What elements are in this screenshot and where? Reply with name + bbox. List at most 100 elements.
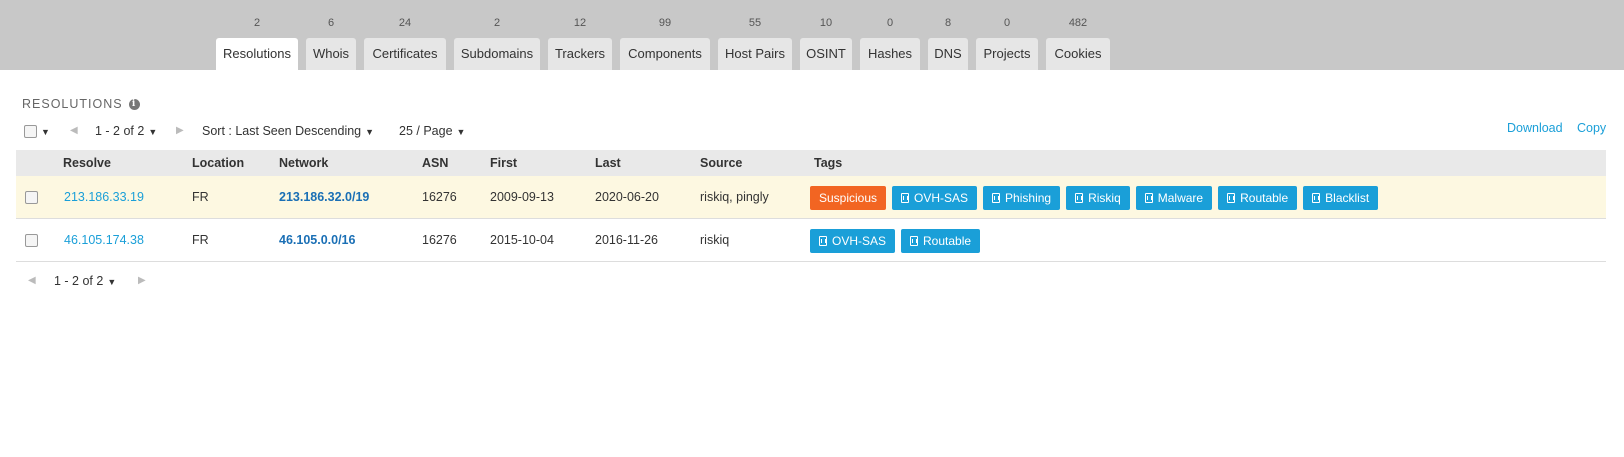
tag-list: OVH-SAS Routable: [810, 229, 981, 253]
chevron-down-icon[interactable]: ▼: [41, 127, 50, 137]
chevron-down-icon: ▼: [107, 277, 117, 287]
section-title: RESOLUTIONS: [22, 97, 123, 111]
tab-count: 0: [1003, 17, 1011, 29]
tab-count: 99: [658, 17, 672, 29]
tab-label[interactable]: Resolutions: [216, 38, 298, 70]
resolve-link[interactable]: 46.105.174.38: [64, 219, 144, 262]
next-page-icon[interactable]: ▶: [176, 120, 184, 142]
copy-link[interactable]: Copy: [1577, 117, 1606, 139]
tag-phishing[interactable]: Phishing: [983, 186, 1061, 210]
next-page-icon[interactable]: ▶: [138, 270, 146, 292]
tab-label[interactable]: Components: [620, 38, 710, 70]
tab-whois[interactable]: 6 Whois: [306, 0, 356, 70]
tab-host-pairs[interactable]: 55 Host Pairs: [718, 0, 792, 70]
prev-page-icon[interactable]: ◀: [70, 120, 78, 142]
info-icon[interactable]: i: [128, 98, 140, 110]
table-row: 213.186.33.19 FR 213.186.32.0/19 16276 2…: [16, 176, 1606, 219]
tab-label[interactable]: Host Pairs: [718, 38, 792, 70]
column-header-resolve[interactable]: Resolve: [63, 150, 111, 176]
tag-riskiq[interactable]: Riskiq: [1066, 186, 1130, 210]
tab-count: 24: [398, 17, 412, 29]
tab-subdomains[interactable]: 2 Subdomains: [454, 0, 540, 70]
building-icon: [1312, 193, 1321, 203]
row-checkbox[interactable]: [25, 234, 38, 248]
column-header-tags: Tags: [814, 156, 843, 170]
tag-label: Riskiq: [1088, 191, 1121, 205]
asn-cell: 16276: [422, 233, 457, 247]
tag-list: Suspicious OVH-SAS Phishing Riskiq Malwa…: [810, 186, 1379, 210]
tab-hashes[interactable]: 0 Hashes: [860, 0, 920, 70]
tag-blacklist[interactable]: Blacklist: [1303, 186, 1379, 210]
tab-label[interactable]: Cookies: [1046, 38, 1110, 70]
pager-label: 1 - 2 of 2: [54, 274, 104, 288]
table-row: 46.105.174.38 FR 46.105.0.0/16 16276 201…: [16, 219, 1606, 262]
tag-malware[interactable]: Malware: [1135, 186, 1213, 210]
tab-label[interactable]: Hashes: [860, 38, 920, 70]
tab-count: 55: [748, 17, 762, 29]
prev-page-icon[interactable]: ◀: [28, 270, 36, 292]
tab-label[interactable]: Subdomains: [454, 38, 540, 70]
tab-certificates[interactable]: 24 Certificates: [364, 0, 446, 70]
tag-label: Phishing: [1005, 191, 1052, 205]
tab-label[interactable]: Certificates: [364, 38, 446, 70]
tab-osint[interactable]: 10 OSINT: [800, 0, 852, 70]
page-size-label: 25 / Page: [399, 124, 453, 138]
tag-label: OVH-SAS: [832, 234, 887, 248]
chevron-down-icon: ▼: [456, 127, 466, 137]
tag-label: Blacklist: [1325, 191, 1370, 205]
tab-bar: 2 Resolutions 6 Whois 24 Certificates 2 …: [0, 0, 1624, 70]
tab-trackers[interactable]: 12 Trackers: [548, 0, 612, 70]
building-icon: [910, 236, 919, 246]
sort-label: Sort : Last Seen Descending: [202, 124, 362, 138]
tag-routable[interactable]: Routable: [1218, 186, 1298, 210]
column-header-first[interactable]: First: [490, 150, 517, 176]
tab-label[interactable]: DNS: [928, 38, 968, 70]
tab-cookies[interactable]: 482 Cookies: [1046, 0, 1110, 70]
tag-ovh-sas[interactable]: OVH-SAS: [892, 186, 978, 210]
resolutions-table: Resolve Location Network ASN First Last …: [16, 150, 1606, 262]
network-link[interactable]: 46.105.0.0/16: [279, 219, 355, 262]
page-size-dropdown[interactable]: 25 / Page ▼: [399, 120, 465, 142]
network-link[interactable]: 213.186.32.0/19: [279, 176, 369, 219]
column-header-location[interactable]: Location: [192, 150, 244, 176]
select-all-dropdown[interactable]: ▼: [24, 120, 50, 142]
source-cell: riskiq, pingly: [700, 190, 769, 204]
column-header-asn[interactable]: ASN: [422, 150, 448, 176]
tag-suspicious[interactable]: Suspicious: [810, 186, 887, 210]
table-header: Resolve Location Network ASN First Last …: [16, 150, 1606, 176]
first-seen-cell: 2009-09-13: [490, 190, 554, 204]
resolve-link[interactable]: 213.186.33.19: [64, 176, 144, 219]
pager-dropdown[interactable]: 1 - 2 of 2 ▼: [95, 120, 157, 142]
section-header: RESOLUTIONS i: [22, 97, 140, 111]
location-cell: FR: [192, 233, 209, 247]
building-icon: [992, 193, 1001, 203]
location-cell: FR: [192, 190, 209, 204]
tag-routable[interactable]: Routable: [901, 229, 981, 253]
pager-dropdown[interactable]: 1 - 2 of 2 ▼: [54, 270, 116, 292]
pager-label: 1 - 2 of 2: [95, 124, 145, 138]
tag-ovh-sas[interactable]: OVH-SAS: [810, 229, 896, 253]
column-header-network[interactable]: Network: [279, 150, 328, 176]
tag-label: Malware: [1157, 191, 1204, 205]
chevron-down-icon: ▼: [365, 127, 375, 137]
select-all-checkbox[interactable]: [24, 125, 37, 139]
tab-label[interactable]: OSINT: [800, 38, 852, 70]
column-header-last[interactable]: Last: [595, 150, 621, 176]
column-header-source[interactable]: Source: [700, 150, 742, 176]
last-seen-cell: 2016-11-26: [595, 233, 659, 247]
building-icon: [901, 193, 910, 203]
tag-label: Suspicious: [819, 191, 878, 205]
tab-count: 2: [493, 17, 501, 29]
tab-resolutions[interactable]: 2 Resolutions: [216, 0, 298, 70]
download-link[interactable]: Download: [1507, 117, 1563, 139]
tab-label[interactable]: Projects: [976, 38, 1038, 70]
row-checkbox[interactable]: [25, 191, 38, 205]
first-seen-cell: 2015-10-04: [490, 233, 554, 247]
sort-dropdown[interactable]: Sort : Last Seen Descending ▼: [202, 120, 374, 142]
source-cell: riskiq: [700, 233, 730, 247]
tab-dns[interactable]: 8 DNS: [928, 0, 968, 70]
tab-components[interactable]: 99 Components: [620, 0, 710, 70]
tab-projects[interactable]: 0 Projects: [976, 0, 1038, 70]
tab-label[interactable]: Whois: [306, 38, 356, 70]
tab-label[interactable]: Trackers: [548, 38, 612, 70]
